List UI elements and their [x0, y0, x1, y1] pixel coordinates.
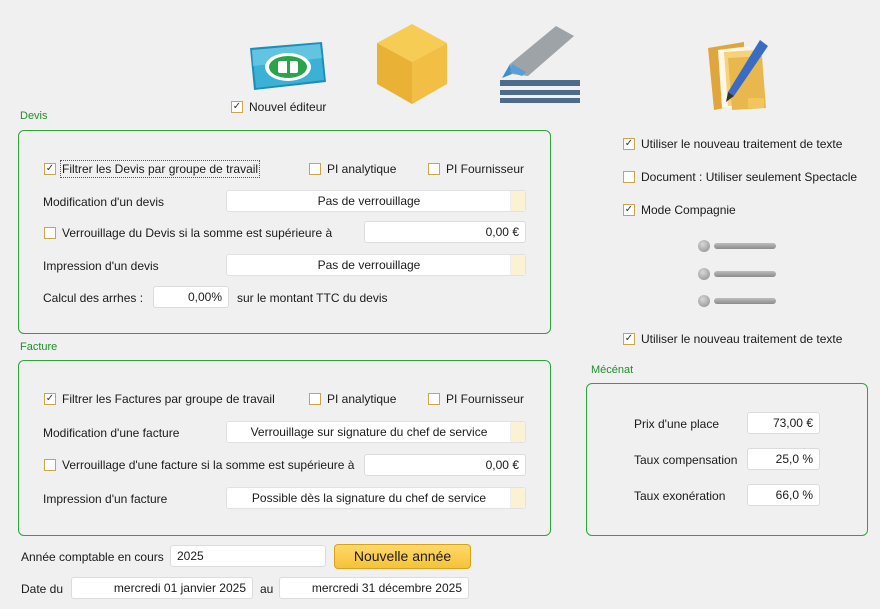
mode-compagnie-checkbox[interactable]: ✓: [623, 204, 635, 216]
devis-verrouillage-amount-input[interactable]: 0,00 €: [364, 221, 526, 243]
radio-list-icon[interactable]: [698, 240, 780, 310]
mode-compagnie-label: Mode Compagnie: [641, 203, 736, 217]
devis-pi-fournisseur-label: PI Fournisseur: [446, 162, 525, 176]
taux-compensation-input[interactable]: 25,0 %: [747, 448, 820, 470]
package-box-icon[interactable]: [377, 24, 447, 104]
devis-verrouillage-checkbox[interactable]: [44, 227, 56, 239]
devis-filtrer-checkbox[interactable]: ✓: [44, 163, 56, 175]
date-du-label: Date du: [21, 582, 64, 596]
nouvelle-annee-button[interactable]: Nouvelle année: [334, 544, 471, 569]
facture-pi-fournisseur-label: PI Fournisseur: [446, 392, 525, 406]
devis-arrhes-label: Calcul des arrhes :: [43, 291, 144, 305]
facture-verrouillage-checkbox[interactable]: [44, 459, 56, 471]
devis-filtrer-label: Filtrer les Devis par groupe de travail: [59, 160, 261, 178]
devis-pi-analytique-label: PI analytique: [327, 162, 397, 176]
date-au-label: au: [260, 582, 274, 596]
card-icon[interactable]: [244, 40, 328, 92]
facture-filtrer-checkbox[interactable]: ✓: [44, 393, 56, 405]
taux-exoneration-label: Taux exonération: [634, 489, 726, 503]
nouvel-editeur-checkbox[interactable]: ✓: [231, 101, 243, 113]
devis-modification-label: Modification d'un devis: [43, 195, 165, 209]
devis-pi-fournisseur-checkbox[interactable]: [428, 163, 440, 175]
facture-verrouillage-label: Verrouillage d'une facture si la somme e…: [62, 458, 355, 472]
devis-arrhes-suffix: sur le montant TTC du devis: [237, 291, 388, 305]
devis-impression-label: Impression d'un devis: [43, 259, 159, 273]
nouveau-traitement-1-checkbox[interactable]: ✓: [623, 138, 635, 150]
devis-modification-select[interactable]: Pas de verrouillage: [226, 190, 526, 212]
date-au-input[interactable]: mercredi 31 décembre 2025: [279, 577, 469, 599]
document-spectacle-checkbox[interactable]: [623, 171, 635, 183]
devis-pi-analytique-checkbox[interactable]: [309, 163, 321, 175]
nouvel-editeur-label: Nouvel éditeur: [249, 100, 327, 114]
facture-title: Facture: [20, 341, 58, 353]
prix-place-label: Prix d'une place: [634, 417, 720, 431]
annee-comptable-label: Année comptable en cours: [21, 550, 164, 564]
facture-pi-analytique-checkbox[interactable]: [309, 393, 321, 405]
nouveau-traitement-1-label: Utiliser le nouveau traitement de texte: [641, 137, 843, 151]
devis-title: Devis: [20, 110, 48, 122]
facture-impression-select[interactable]: Possible dès la signature du chef de ser…: [226, 487, 526, 509]
mecenat-title: Mécénat: [591, 364, 634, 376]
facture-modification-label: Modification d'une facture: [43, 426, 180, 440]
nouveau-traitement-2-checkbox[interactable]: ✓: [623, 333, 635, 345]
taux-compensation-label: Taux compensation: [634, 453, 738, 467]
prix-place-input[interactable]: 73,00 €: [747, 412, 820, 434]
devis-impression-select[interactable]: Pas de verrouillage: [226, 254, 526, 276]
document-spectacle-label: Document : Utiliser seulement Spectacle: [641, 170, 858, 184]
devis-verrouillage-label: Verrouillage du Devis si la somme est su…: [62, 226, 333, 240]
date-du-input[interactable]: mercredi 01 janvier 2025: [71, 577, 253, 599]
devis-arrhes-input[interactable]: 0,00%: [153, 286, 229, 308]
facture-pi-fournisseur-checkbox[interactable]: [428, 393, 440, 405]
annee-comptable-input[interactable]: 2025: [170, 545, 326, 567]
facture-group: [18, 360, 551, 536]
folder-pen-icon[interactable]: [704, 38, 772, 112]
taux-exoneration-input[interactable]: 66,0 %: [747, 484, 820, 506]
facture-filtrer-label: Filtrer les Factures par groupe de trava…: [62, 392, 275, 406]
facture-modification-select[interactable]: Verrouillage sur signature du chef de se…: [226, 421, 526, 443]
facture-pi-analytique-label: PI analytique: [327, 392, 397, 406]
edit-pen-icon[interactable]: [498, 24, 582, 104]
facture-impression-label: Impression d'un facture: [43, 492, 168, 506]
nouveau-traitement-2-label: Utiliser le nouveau traitement de texte: [641, 332, 843, 346]
facture-verrouillage-amount-input[interactable]: 0,00 €: [364, 454, 526, 476]
